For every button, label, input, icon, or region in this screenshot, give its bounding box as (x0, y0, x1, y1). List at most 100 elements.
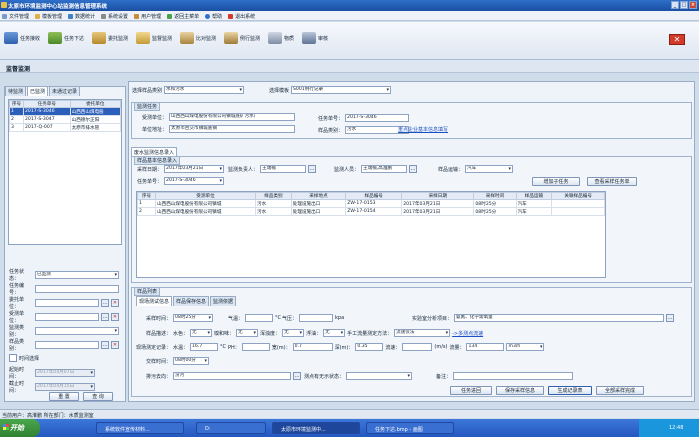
reset-button[interactable]: 重 置 (49, 392, 79, 401)
col-sample-id[interactable]: 样品编号 (345, 192, 403, 200)
query-button[interactable]: 查 询 (83, 392, 113, 401)
all-done-button[interactable]: 全部采样完成 (596, 386, 644, 395)
menu-file[interactable]: 文件管理 (2, 13, 29, 20)
tab-sample-storage[interactable]: 样品保存信息 (173, 296, 210, 306)
depth-input[interactable]: 0.35 (355, 343, 384, 351)
routine-monitor-button[interactable]: 例行监测 (224, 32, 260, 44)
enterprise-info-link[interactable]: 重点企业基本信息填写 (398, 126, 448, 133)
col-transport[interactable]: 样品运输 (515, 192, 553, 200)
taskbar-item[interactable]: D: (196, 422, 266, 434)
speed-input[interactable] (402, 343, 433, 351)
transport-select[interactable]: 汽车 (465, 165, 514, 173)
col-task-id[interactable]: 任务单号 (23, 100, 71, 108)
col-time[interactable]: 采样时间 (473, 192, 517, 200)
status-select[interactable]: 已监测 (35, 271, 119, 279)
taskbar-item[interactable]: 任务下达.bmp - 画图 (366, 422, 454, 434)
table-row[interactable]: 2 2017-S-3047 山西德尔正阳 (9, 115, 122, 124)
menu-settings[interactable]: 系统设置 (101, 13, 128, 20)
save-sample-button[interactable]: 保存采样信息 (496, 386, 544, 395)
audit-button[interactable]: 审核 (302, 32, 328, 44)
ph-input[interactable] (241, 343, 270, 351)
menu-exit[interactable]: 退出系统 (228, 13, 255, 20)
menu-template[interactable]: 模板管理 (35, 13, 62, 20)
menu-home[interactable]: 返回主菜单 (167, 13, 199, 20)
flow-method-select[interactable]: 流速仪法 (394, 329, 451, 337)
water-temp-input[interactable]: 16.7 (190, 343, 219, 351)
col-category[interactable]: 样品类别 (255, 192, 292, 200)
taskbar-item[interactable]: 太原市环境监测中... (272, 422, 360, 434)
leader-input[interactable]: 王瑞楠 (260, 165, 307, 173)
discharge-input[interactable]: 汾河 (173, 372, 292, 380)
col-unit[interactable]: 受测单位 (155, 192, 256, 200)
multi-point-link[interactable]: ->多测点流速 (452, 330, 483, 337)
pressure-input[interactable] (299, 314, 334, 322)
width-input[interactable]: 0.7 (292, 343, 333, 351)
clear-icon[interactable]: ✕ (111, 313, 119, 321)
remark-input[interactable] (453, 372, 574, 380)
task-number-input[interactable] (35, 285, 119, 293)
menu-stats[interactable]: 数据统计 (68, 13, 95, 20)
taskbar-item[interactable]: 系统软件宣传材料... (96, 422, 184, 434)
lab-items-browse-button[interactable]: … (666, 314, 675, 322)
people-input[interactable]: 王瑞楠,高淮鹏 (361, 165, 408, 173)
clear-icon[interactable]: ✕ (111, 299, 119, 307)
point-status-select[interactable] (346, 372, 413, 380)
color-select[interactable]: 无 (190, 329, 213, 337)
col-date[interactable]: 采样日期 (401, 192, 475, 200)
table-row[interactable]: 1 2017-S-3046 山西西山煤电股 (9, 107, 122, 116)
smell-select[interactable]: 无 (236, 329, 259, 337)
tab-pending[interactable]: 待监测 (5, 86, 27, 96)
supervise-monitor-button[interactable]: 监督监测 (136, 32, 172, 44)
end-time-input[interactable]: 2017年04月15日 (35, 383, 95, 391)
people-browse-button[interactable]: … (409, 165, 418, 173)
clear-icon[interactable]: ✕ (111, 341, 119, 349)
menu-users[interactable]: 用户管理 (134, 13, 161, 20)
add-subtask-button[interactable]: 增加子任务 (532, 177, 580, 186)
date-input[interactable]: 2017年03月21日 (164, 165, 225, 173)
browse-button[interactable]: … (101, 341, 109, 349)
air-temp-input[interactable] (245, 314, 274, 322)
col-related-id[interactable]: 关联样品编号 (551, 192, 605, 200)
lab-items-input[interactable]: 氨氮、化学需氧量 (454, 314, 665, 322)
task-receive-button[interactable]: 任务接收 (4, 32, 40, 44)
task-assign-button[interactable]: 任务下达 (48, 32, 84, 44)
tab-basis[interactable]: 监测依据 (210, 296, 237, 306)
time-checkbox[interactable] (9, 354, 17, 362)
maximize-icon[interactable]: □ (680, 1, 688, 9)
sample-type-input[interactable] (35, 341, 99, 349)
table-row[interactable]: 1 山西西山煤电股份有限公司镇城 污水 处理设施出口 ZW-17-0153 20… (137, 199, 605, 208)
turbidity-select[interactable]: 无 (282, 329, 305, 337)
start-time-input[interactable]: 2017年04月07日 (35, 369, 95, 377)
table-row[interactable]: 2 山西西山煤电股份有限公司镇城 污水 处理设施出口 ZW-17-0154 20… (137, 207, 605, 216)
oil-select[interactable]: 无 (323, 329, 346, 337)
tested-unit-input[interactable] (35, 313, 99, 321)
close-icon[interactable]: × (689, 1, 697, 9)
browse-button[interactable]: … (101, 299, 109, 307)
handover-time-input[interactable]: 08时00分 (173, 357, 210, 365)
material-button[interactable]: 物质 (268, 32, 294, 44)
col-unit[interactable]: 委托单位 (69, 100, 122, 108)
col-no[interactable]: 序号 (137, 192, 156, 200)
sample-time-input[interactable]: 08时25分 (173, 314, 214, 322)
discharge-browse-button[interactable]: … (293, 372, 302, 380)
compare-monitor-button[interactable]: 比对监测 (180, 32, 216, 44)
tab-done[interactable]: 已监测 (27, 86, 49, 96)
task-id-select[interactable]: 2017-S-3046 (164, 177, 225, 185)
entrust-monitor-button[interactable]: 委托监测 (92, 32, 128, 44)
generate-record-button[interactable]: 生成记录表 (548, 386, 592, 395)
table-row[interactable]: 3 2017-Q-007 太原市排水管 (9, 123, 122, 132)
flow-unit-select[interactable]: m3/h (506, 343, 545, 351)
tab-rejected[interactable]: 未通过记录 (49, 86, 81, 96)
monitor-type-select[interactable] (35, 327, 119, 335)
col-no[interactable]: 序号 (9, 100, 24, 108)
menu-help[interactable]: 帮助 (205, 13, 222, 20)
browse-button[interactable]: … (101, 313, 109, 321)
task-return-button[interactable]: 任务进回 (450, 386, 492, 395)
minimize-icon[interactable]: _ (671, 1, 679, 9)
exit-toolbar-icon[interactable]: ✕ (669, 34, 685, 45)
view-task-sheet-button[interactable]: 查看采样任务单 (587, 177, 637, 186)
template-select[interactable]: S001例行记录 (291, 86, 392, 94)
client-input[interactable] (35, 299, 99, 307)
sample-type-select[interactable]: 水和污水 (164, 86, 245, 94)
tab-field-test[interactable]: 现场测试信息 (136, 296, 173, 306)
